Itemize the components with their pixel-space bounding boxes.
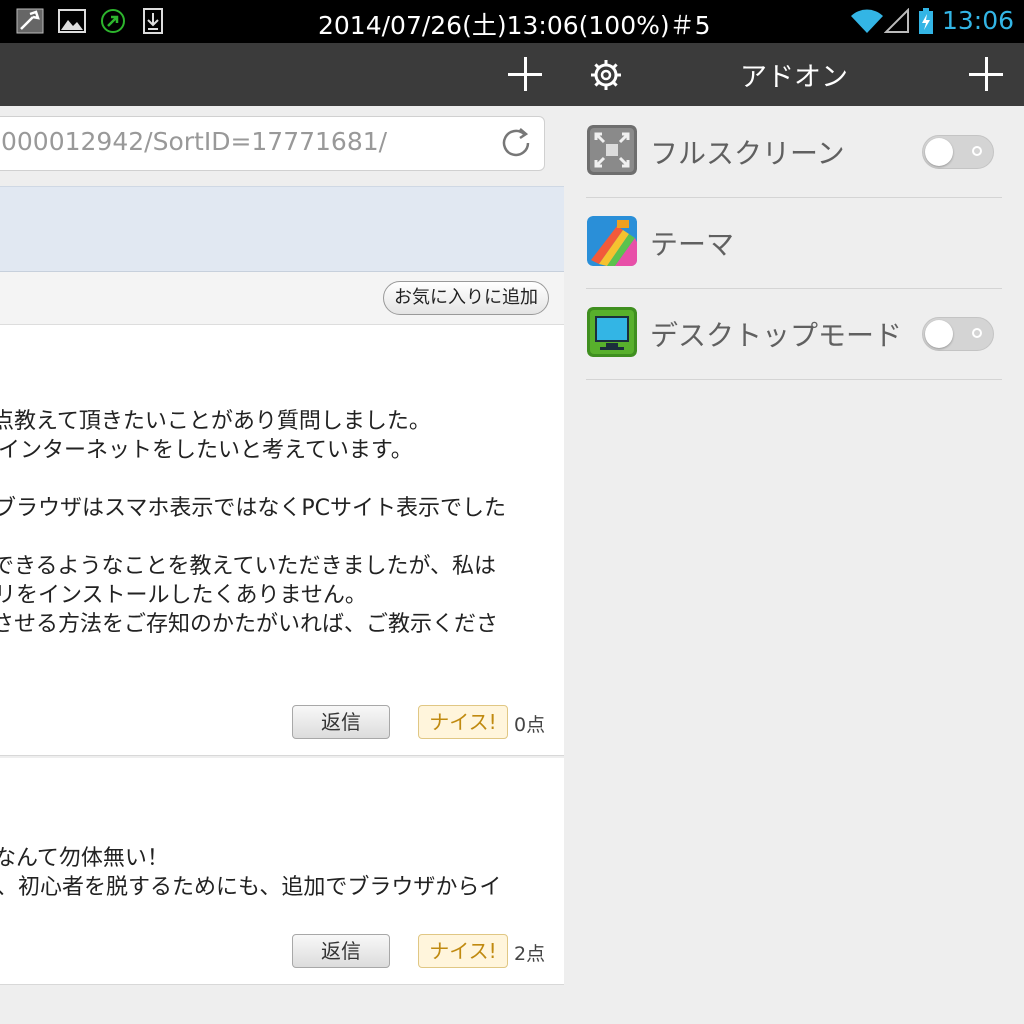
nice-button[interactable]: ナイス!: [418, 705, 508, 739]
theme-icon: [587, 216, 637, 266]
toggle-knob: [925, 320, 953, 348]
post-line: ブラウザはスマホ表示ではなくPCサイト表示でした: [0, 496, 506, 521]
fullscreen-toggle[interactable]: [922, 135, 994, 169]
points-count: 0点: [514, 714, 546, 736]
image-icon: [58, 9, 86, 33]
toolbox-icon: [16, 8, 44, 34]
post-line: インターネットをしたいと考えています。: [0, 438, 413, 463]
addon-label: フルスクリーン: [650, 137, 845, 170]
url-bar[interactable]: 000012942/SortID=17771681/: [0, 116, 545, 171]
post-line: できるようなことを教えていただきましたが、私は: [0, 554, 497, 579]
reply-button[interactable]: 返信: [292, 934, 390, 968]
addon-label: テーマ: [650, 228, 735, 261]
signal-icon: [884, 8, 909, 33]
status-title: 2014/07/26(土)13:06(100%)＃5: [318, 11, 711, 40]
post-line: 点教えて頂きたいことがあり質問しました。: [0, 409, 431, 434]
status-time: 13:06: [941, 6, 1014, 35]
page-header-band: [0, 186, 564, 272]
download-icon: [143, 8, 163, 34]
post-line: リをインストールしたくありません。: [0, 583, 367, 608]
post-line: させる方法をご存知のかたがいれば、ご教示くださ: [0, 612, 499, 637]
fullscreen-icon: [587, 125, 637, 175]
addon-header: アドオン: [564, 43, 1024, 106]
toggle-off-indicator: [972, 328, 982, 338]
addon-label: デスクトップモード: [650, 319, 903, 352]
post-2: なんて勿体無い！ 、初心者を脱するためにも、追加でブラウザからイ 返信 ナイス!…: [0, 758, 564, 985]
toggle-knob: [925, 138, 953, 166]
post-1: 点教えて頂きたいことがあり質問しました。 インターネットをしたいと考えています。…: [0, 325, 564, 756]
nice-button[interactable]: ナイス!: [418, 934, 508, 968]
add-addon-plus-icon[interactable]: [969, 57, 1003, 91]
addon-panel: フルスクリーン テーマ デスクトップモード: [564, 106, 1024, 1024]
addon-item-fullscreen[interactable]: フルスクリーン: [586, 106, 1002, 198]
toggle-off-indicator: [972, 146, 982, 156]
status-bar: 2014/07/26(土)13:06(100%)＃5 13:06: [0, 0, 1024, 43]
reload-icon[interactable]: [498, 125, 534, 161]
sync-icon: [101, 9, 125, 33]
desktop-mode-icon: [587, 307, 637, 357]
addon-title: アドオン: [740, 62, 848, 93]
desktop-mode-toggle[interactable]: [922, 317, 994, 351]
url-text[interactable]: 000012942/SortID=17771681/: [1, 127, 387, 156]
new-tab-plus-icon[interactable]: [508, 57, 542, 91]
add-favorite-button[interactable]: お気に入りに追加: [383, 281, 549, 315]
favorite-strip: お気に入りに追加: [0, 272, 564, 325]
addon-item-desktop-mode[interactable]: デスクトップモード: [586, 288, 1002, 380]
post-line: なんて勿体無い！: [0, 846, 169, 871]
addon-item-theme[interactable]: テーマ: [586, 197, 1002, 289]
browser-toolbar: [0, 43, 564, 106]
post-line: 、初心者を脱するためにも、追加でブラウザからイ: [0, 875, 502, 900]
reply-button[interactable]: 返信: [292, 705, 390, 739]
points-count: 2点: [514, 943, 546, 965]
wifi-icon: [851, 9, 883, 33]
battery-charging-icon: [919, 8, 933, 34]
